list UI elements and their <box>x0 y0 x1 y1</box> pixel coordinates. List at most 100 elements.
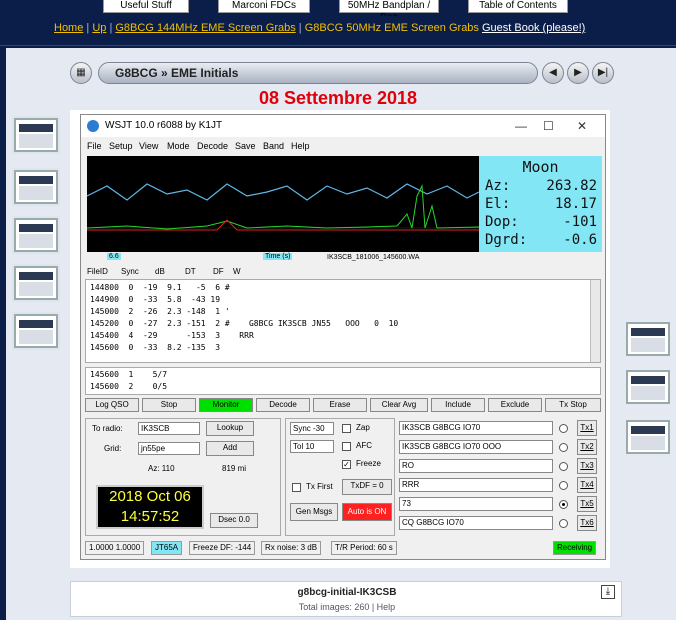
erase-button[interactable]: Erase <box>313 398 367 412</box>
freeze-checkbox[interactable]: ✓ <box>342 460 351 469</box>
txdf-button[interactable]: TxDF = 0 <box>342 479 392 495</box>
tab-useful-stuff[interactable]: Useful Stuff <box>103 0 189 13</box>
tx3-field[interactable]: RO <box>399 459 553 473</box>
thumbnail[interactable] <box>626 322 670 356</box>
image-caption: g8bcg-initial-IK3CSB Total images: 260 |… <box>70 581 622 617</box>
tx1-button[interactable]: Tx1 <box>577 420 597 436</box>
menu-band[interactable]: Band <box>263 141 284 151</box>
top-nav: Useful Stuff Marconi FDCs 50MHz Bandplan… <box>0 0 676 23</box>
tx6-field[interactable]: CQ G8BCG IO70 <box>399 516 553 530</box>
tx3-button[interactable]: Tx3 <box>577 458 597 474</box>
up-link[interactable]: Up <box>92 22 106 34</box>
next-icon[interactable]: ▶| <box>592 62 614 84</box>
menu-mode[interactable]: Mode <box>167 141 190 151</box>
menu-view[interactable]: View <box>139 141 158 151</box>
azimuth-text: Az: 110 <box>148 464 175 473</box>
tab-bandplan[interactable]: 50MHz Bandplan / Bea <box>339 0 439 23</box>
stop-button[interactable]: Stop <box>142 398 196 412</box>
to-radio-label: To radio: <box>92 424 123 433</box>
thumbnail[interactable] <box>14 266 58 300</box>
tx4-field[interactable]: RRR <box>399 478 553 492</box>
thumbnail[interactable] <box>14 218 58 252</box>
tx4-button[interactable]: Tx4 <box>577 477 597 493</box>
tx1-field[interactable]: IK3SCB G8BCG IO70 <box>399 421 553 435</box>
afc-checkbox[interactable] <box>342 442 351 451</box>
scale-left: 6.6 <box>107 253 121 260</box>
grid-input[interactable]: jn55pe <box>138 442 200 455</box>
dsec-button[interactable]: Dsec 0.0 <box>210 513 258 528</box>
to-radio-input[interactable]: IK3SCB <box>138 422 200 435</box>
gallery-nav: ▦ G8BCG » EME Initials ◀ ▶ ▶| <box>70 60 614 86</box>
thumbnail[interactable] <box>14 118 58 152</box>
exclude-button[interactable]: Exclude <box>488 398 542 412</box>
clock-date: 2018 Oct 06 <box>109 488 191 505</box>
menu-decode[interactable]: Decode <box>197 141 228 151</box>
list-item: 144900 0 -33 5.8 -43 19 <box>90 295 221 304</box>
tx3-radio[interactable] <box>559 462 568 471</box>
average-list[interactable]: 145600 1 5/7 145600 2 0/5 <box>85 367 601 395</box>
guestbook-link[interactable]: Guest Book (please!) <box>482 22 585 34</box>
menu-save[interactable]: Save <box>235 141 256 151</box>
col-sync: Sync <box>121 267 139 276</box>
zap-checkbox[interactable] <box>342 424 351 433</box>
col-df: DF <box>213 267 224 276</box>
thumbnail[interactable] <box>14 314 58 348</box>
gen-msgs-button[interactable]: Gen Msgs <box>290 503 338 521</box>
log-qso-button[interactable]: Log QSO <box>85 398 139 412</box>
thumbnail[interactable] <box>14 170 58 204</box>
tx2-radio[interactable] <box>559 443 568 452</box>
menu-setup[interactable]: Setup <box>109 141 133 151</box>
decode-controls: Sync -30 Zap Tol 10 AFC ✓ Freeze Tx Firs… <box>285 418 395 536</box>
maximize-icon[interactable]: ☐ <box>543 115 554 137</box>
status-levels: 1.0000 1.0000 <box>85 541 145 555</box>
close-icon[interactable]: ✕ <box>577 115 587 137</box>
tx2-button[interactable]: Tx2 <box>577 439 597 455</box>
decode-button[interactable]: Decode <box>256 398 310 412</box>
tx4-radio[interactable] <box>559 481 568 490</box>
lookup-button[interactable]: Lookup <box>206 421 254 436</box>
grid-label: Grid: <box>104 444 122 453</box>
moon-panel: Moon Az: 263.82 El: 18.17 Dop: -101 Dgrd… <box>479 156 602 252</box>
thumbnail[interactable] <box>626 420 670 454</box>
menu-file[interactable]: File <box>87 141 102 151</box>
download-icon[interactable]: ⤓ <box>601 585 615 599</box>
clock-time: 14:57:52 <box>120 508 180 525</box>
tx-stop-button[interactable]: Tx Stop <box>545 398 601 412</box>
link-144-grabs[interactable]: G8BCG 144MHz EME Screen Grabs <box>115 22 295 34</box>
play-icon[interactable]: ▶ <box>567 62 589 84</box>
include-button[interactable]: Include <box>431 398 485 412</box>
tx6-button[interactable]: Tx6 <box>577 515 597 531</box>
home-link[interactable]: Home <box>54 22 83 34</box>
menu-help[interactable]: Help <box>291 141 310 151</box>
tol-spinner[interactable]: Tol 10 <box>290 440 334 453</box>
tx6-radio[interactable] <box>559 519 568 528</box>
tx-first-checkbox[interactable] <box>292 483 301 492</box>
status-bar: 1.0000 1.0000 JT65A Freeze DF: -144 Rx n… <box>85 541 601 555</box>
clear-avg-button[interactable]: Clear Avg <box>370 398 428 412</box>
image-date: 08 Settembre 2018 <box>258 88 418 108</box>
tx5-button[interactable]: Tx5 <box>577 496 597 512</box>
decode-list[interactable]: 144800 0 -19 9.1 -5 6 # 144900 0 -33 5.8… <box>85 279 601 363</box>
moon-el: 18.17 <box>554 196 597 212</box>
tab-table-of-contents[interactable]: Table of Contents <box>468 0 568 13</box>
tab-marconi[interactable]: Marconi FDCs <box>218 0 310 13</box>
monitor-button[interactable]: Monitor <box>199 398 253 412</box>
thumbnail[interactable] <box>626 370 670 404</box>
scale-time: Time (s) <box>263 253 293 260</box>
prev-icon[interactable]: ◀ <box>542 62 564 84</box>
list-item: 145400 4 -29 -153 3 RRR <box>90 331 254 340</box>
tx2-field[interactable]: IK3SCB G8BCG IO70 OOO <box>399 440 553 454</box>
scrollbar[interactable] <box>590 280 600 362</box>
status-tr-period: T/R Period: 60 s <box>331 541 397 555</box>
col-fileid: FileID <box>87 267 108 276</box>
tx5-radio[interactable] <box>559 500 568 509</box>
grid-view-icon[interactable]: ▦ <box>70 62 92 84</box>
minimize-icon[interactable]: — <box>515 115 527 137</box>
add-button[interactable]: Add <box>206 441 254 456</box>
title-bar: WSJT 10.0 r6088 by K1JT — ☐ ✕ <box>81 115 605 137</box>
afc-label: AFC <box>356 441 372 450</box>
sync-spinner[interactable]: Sync -30 <box>290 422 334 435</box>
auto-button[interactable]: Auto is ON <box>342 503 392 521</box>
tx5-field[interactable]: 73 <box>399 497 553 511</box>
tx1-radio[interactable] <box>559 424 568 433</box>
